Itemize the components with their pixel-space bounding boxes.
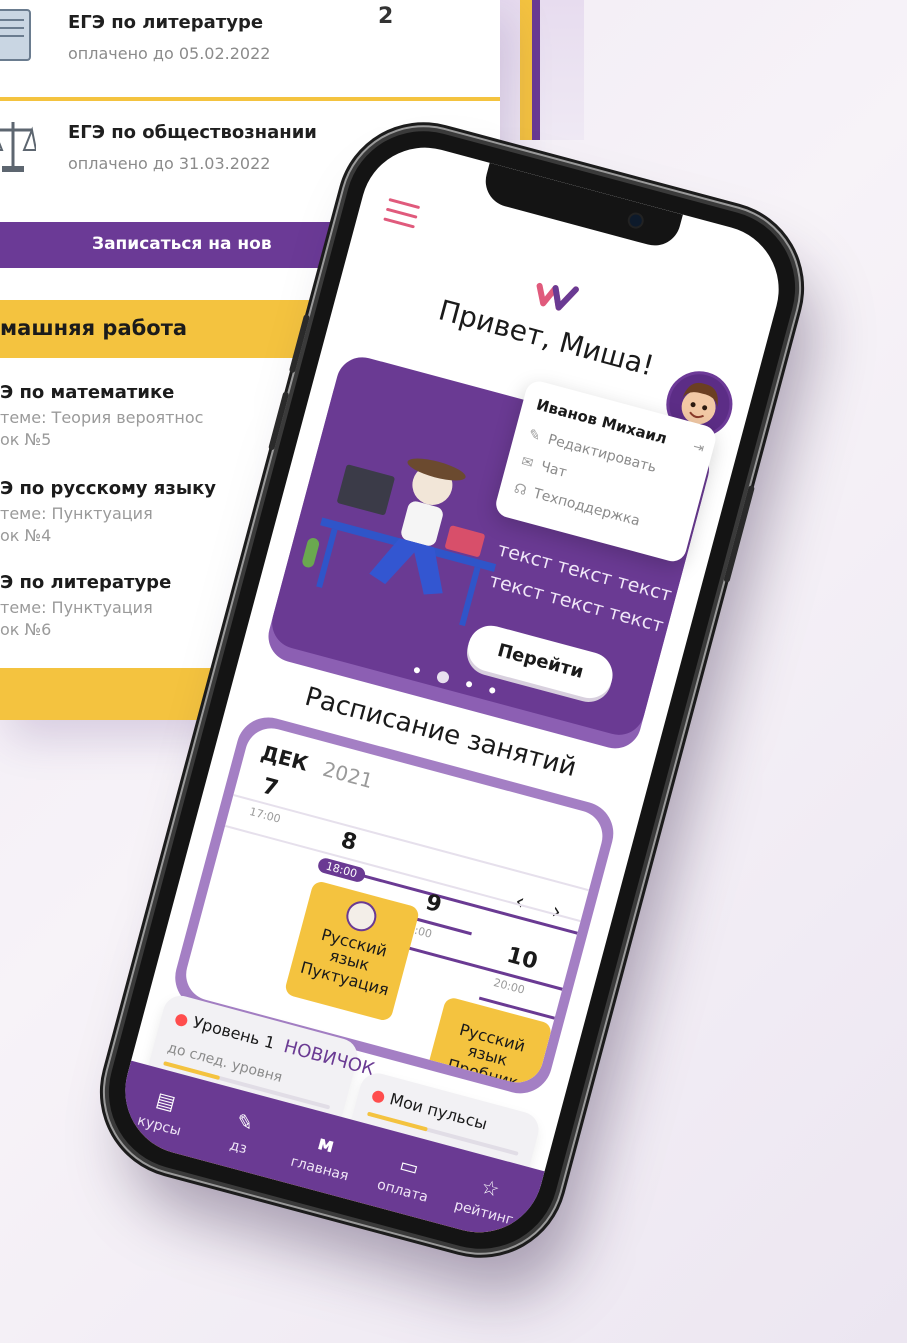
level-label: Уровень 1: [190, 1012, 278, 1053]
menu-item-label: Техподдержка: [531, 485, 642, 530]
mail-icon: ✉: [519, 453, 535, 472]
course-card[interactable]: ЕГЭ по литературе оплачено до 05.02.2022: [0, 0, 500, 88]
student-illustration: [302, 458, 497, 627]
pencil-icon: ✎: [526, 426, 543, 445]
pulses-label: Мои пульсы: [387, 1089, 490, 1134]
decor-bar-purple: [532, 0, 540, 140]
camera-icon: [628, 213, 644, 228]
pencil-icon: ✎: [233, 1108, 257, 1136]
tab-label: курсы: [135, 1112, 183, 1140]
tab-label: дз: [228, 1137, 249, 1158]
menu-item-label: Чат: [538, 458, 569, 481]
course-paid-until: оплачено до 05.02.2022: [68, 44, 271, 63]
day-number[interactable]: 10: [504, 943, 540, 975]
signup-label: Записаться на нов: [92, 234, 272, 254]
logout-icon[interactable]: ⇥: [691, 439, 705, 456]
day-number[interactable]: 8: [338, 828, 359, 856]
fire-icon: [370, 1088, 386, 1104]
teacher-avatar: [342, 897, 380, 935]
tab-courses[interactable]: ▤ курсы: [118, 1079, 207, 1144]
tab-payment[interactable]: ▭ оплата: [362, 1144, 451, 1209]
tab-rating[interactable]: ☆ рейтинг: [443, 1166, 532, 1231]
menu-item-chat[interactable]: ✉ Чат: [520, 453, 569, 480]
lesson-card[interactable]: Русский язык Пуктуация: [283, 879, 421, 1023]
carousel-dot-active[interactable]: [435, 669, 451, 685]
tab-homework[interactable]: ✎ дз: [198, 1100, 287, 1165]
time-label: 17:00: [248, 804, 283, 826]
divider: [0, 97, 500, 101]
course-paid-until: оплачено до 31.03.2022: [68, 154, 271, 173]
day-number[interactable]: 7: [260, 774, 281, 802]
background-counter: 2: [378, 4, 394, 29]
pulses-title: Мои пульсы: [370, 1085, 489, 1134]
headset-icon: ☊: [512, 480, 529, 500]
course-title: ЕГЭ по обществознании: [68, 122, 317, 143]
app-logo: [536, 282, 579, 311]
power-button: [723, 484, 755, 584]
tab-home[interactable]: ᴍ главная: [279, 1122, 368, 1187]
background-decor-strip: [500, 0, 584, 140]
schedule-year: 2021: [320, 756, 376, 794]
carousel-dot[interactable]: [413, 666, 421, 674]
hamburger-menu-icon[interactable]: [383, 197, 421, 229]
homework-header-title: машняя работа: [0, 316, 188, 340]
scales-icon: [0, 122, 36, 172]
schedule-month: ДЕК: [258, 740, 311, 776]
book-icon: [0, 9, 31, 61]
carousel-dot[interactable]: [488, 686, 496, 695]
phone-notch: [479, 162, 683, 252]
fire-icon: [174, 1012, 189, 1028]
go-button[interactable]: Перейти: [462, 620, 618, 704]
decor-bar-yellow: [520, 0, 532, 140]
document-icon: ▤: [153, 1086, 179, 1115]
carousel-dot[interactable]: [465, 680, 473, 688]
menu-item-support[interactable]: ☊ Техподдержка: [512, 481, 641, 530]
course-title: ЕГЭ по литературе: [68, 12, 264, 33]
